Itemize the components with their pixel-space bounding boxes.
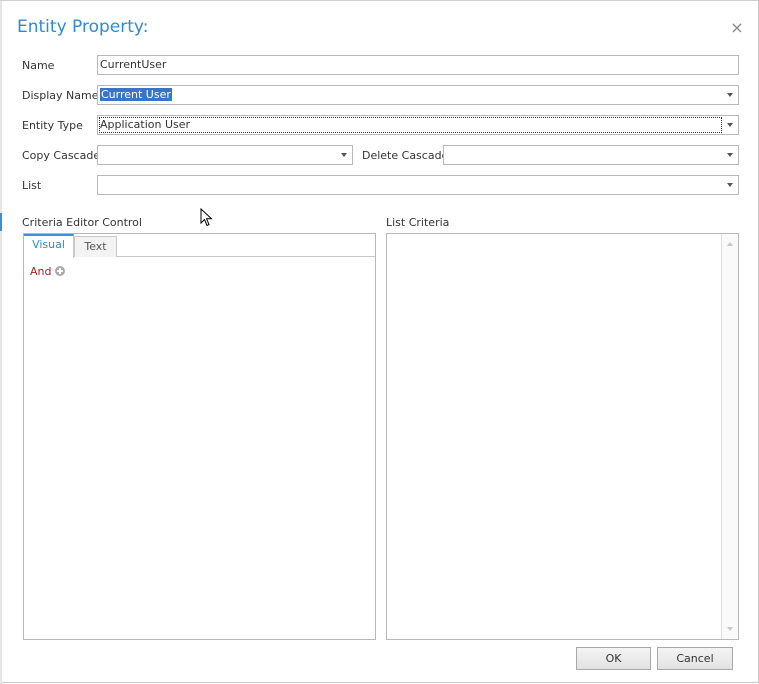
focus-rect: [99, 117, 722, 133]
scroll-down-icon[interactable]: [727, 627, 733, 631]
copy-cascade-label: Copy Cascade: [22, 149, 101, 162]
close-icon[interactable]: ×: [728, 18, 746, 38]
plus-circle-icon[interactable]: [55, 266, 66, 276]
display-name-label: Display Name: [22, 89, 99, 102]
display-name-combo[interactable]: Current User: [97, 85, 739, 105]
list-combo[interactable]: [97, 175, 739, 195]
scroll-up-icon[interactable]: [727, 242, 733, 246]
chevron-down-icon[interactable]: [722, 146, 738, 164]
cancel-button[interactable]: Cancel: [657, 647, 733, 670]
tab-text[interactable]: Text: [74, 236, 117, 257]
entity-property-dialog: Entity Property: × Name CurrentUser Disp…: [0, 0, 759, 684]
entity-type-combo[interactable]: Application User: [97, 115, 739, 135]
criteria-tabbar: Visual Text: [24, 234, 375, 258]
list-criteria-label: List Criteria: [386, 216, 450, 229]
chevron-down-icon[interactable]: [722, 116, 738, 134]
vertical-scrollbar[interactable]: [721, 234, 738, 639]
entity-type-label: Entity Type: [22, 119, 83, 132]
tab-visual[interactable]: Visual: [24, 234, 74, 258]
window-edge-accent: [0, 213, 2, 231]
criteria-editor-panel: Visual Text And: [23, 233, 376, 640]
window-edge: [0, 1, 2, 684]
chevron-down-icon[interactable]: [722, 86, 738, 104]
entity-type-value: Application User: [100, 118, 191, 131]
dialog-title: Entity Property:: [17, 17, 149, 37]
list-label: List: [22, 179, 42, 192]
name-value: CurrentUser: [100, 58, 167, 71]
copy-cascade-combo[interactable]: [97, 145, 353, 165]
criteria-editor-label: Criteria Editor Control: [22, 216, 142, 229]
display-name-value: Current User: [100, 88, 172, 101]
and-operator[interactable]: And: [30, 265, 51, 278]
chevron-down-icon[interactable]: [336, 146, 352, 164]
name-input[interactable]: CurrentUser: [97, 55, 739, 75]
list-criteria-panel[interactable]: [386, 233, 739, 640]
ok-button[interactable]: OK: [576, 647, 651, 670]
mouse-pointer-icon: [200, 208, 213, 227]
criteria-root-group: And: [30, 264, 66, 278]
name-label: Name: [22, 59, 55, 72]
delete-cascade-label: Delete Cascade: [362, 149, 449, 162]
delete-cascade-combo[interactable]: [443, 145, 739, 165]
chevron-down-icon[interactable]: [722, 176, 738, 194]
